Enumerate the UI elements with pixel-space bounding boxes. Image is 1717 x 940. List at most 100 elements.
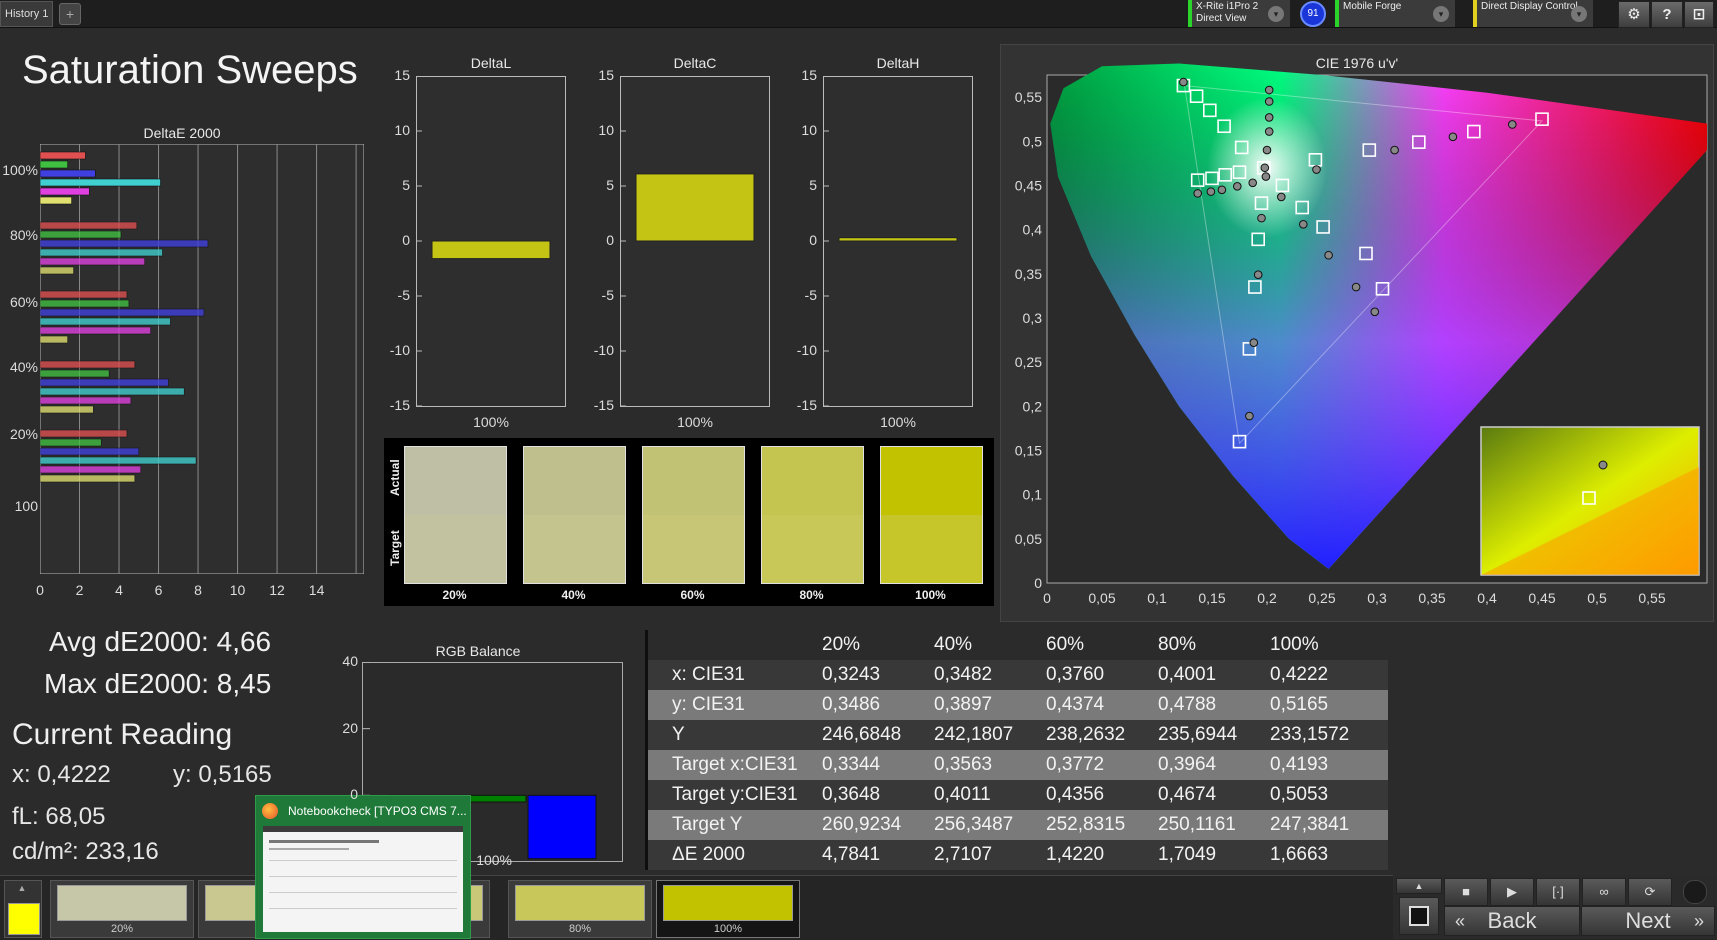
delta-y-tick-label: -5 bbox=[804, 287, 817, 303]
cie-measured-point bbox=[1324, 250, 1333, 260]
table-cell: 0,3486 bbox=[822, 694, 881, 715]
table-cell: 0,3772 bbox=[1046, 754, 1105, 775]
cie-x-tick-label: 0,3 bbox=[1367, 590, 1387, 606]
chevron-up-icon[interactable]: ▲ bbox=[1396, 878, 1442, 894]
deltae-y-tick-label: 100 bbox=[14, 498, 38, 514]
cie-y-tick-label: 0 bbox=[1034, 575, 1042, 591]
max-de2000: Max dE2000: 8,45 bbox=[44, 668, 272, 699]
table-cell: 1,7049 bbox=[1158, 844, 1217, 865]
single-read-icon: [·] bbox=[1552, 884, 1564, 899]
tab-history-1[interactable]: History 1 bbox=[0, 1, 54, 27]
next-button[interactable]: Next » bbox=[1581, 906, 1715, 936]
instrument-status-badge[interactable]: 91 bbox=[1300, 1, 1326, 27]
cie-measured-point bbox=[1448, 132, 1458, 142]
cie-x-tick-label: 0,45 bbox=[1528, 590, 1555, 606]
taskbar-preview-thumbnail bbox=[263, 826, 463, 932]
workflow-selector[interactable]: Mobile Forge ▾ bbox=[1335, 0, 1455, 27]
deltae-bar bbox=[39, 447, 140, 456]
color-patch[interactable]: 80% bbox=[508, 880, 652, 938]
rgb-balance-category: 100% bbox=[476, 852, 512, 868]
display-control-selector[interactable]: Direct Display Control ▾ bbox=[1473, 0, 1593, 27]
page-title: Saturation Sweeps bbox=[22, 48, 358, 92]
rgb-y-tick-label: 0 bbox=[350, 786, 358, 803]
table-row: x: CIE31 0,3243 0,3482 0,3760 0,4001 0,4222 bbox=[648, 660, 1388, 690]
color-patch[interactable]: 100% bbox=[656, 880, 800, 938]
cie-measured-point bbox=[1299, 220, 1308, 229]
chevron-up-icon[interactable]: ▲ bbox=[9, 883, 35, 893]
cie-measured-point bbox=[1193, 189, 1202, 198]
delta-chart-title: DeltaC bbox=[673, 55, 717, 71]
extra-button[interactable]: ⊡ bbox=[1684, 1, 1714, 28]
delta-y-tick-label: 0 bbox=[606, 232, 614, 248]
color-patch-fill bbox=[515, 885, 645, 921]
back-button[interactable]: « Back bbox=[1444, 906, 1580, 936]
delta-chart bbox=[416, 75, 566, 414]
cie-y-tick-label: 0,05 bbox=[1015, 531, 1042, 547]
single-read-button[interactable]: [·] bbox=[1536, 878, 1580, 906]
delta-chart-svg bbox=[620, 75, 770, 407]
refresh-button[interactable]: ⟳ bbox=[1628, 878, 1672, 906]
taskbar-preview-popup[interactable]: Notebookcheck [TYPO3 CMS 7... bbox=[255, 795, 471, 939]
table-cell: 0,4011 bbox=[934, 784, 991, 805]
deltae-bar bbox=[39, 178, 161, 187]
chevron-down-icon: ▾ bbox=[1571, 6, 1587, 22]
color-patch-label: 100% bbox=[713, 923, 743, 935]
cie-y-tick-label: 0,1 bbox=[1023, 487, 1043, 503]
deltae-bar bbox=[39, 378, 169, 387]
cie-panel: CIE 1976 u'v' 0 0,05 0,1 0,15 0,2 0,25 0,3 0,35… bbox=[1000, 44, 1714, 622]
cie-y-tick-label: 0,35 bbox=[1015, 266, 1042, 282]
table-cell: 250,1161 bbox=[1158, 814, 1236, 835]
swatch bbox=[523, 446, 626, 584]
cie-x-tick-label: 0,1 bbox=[1147, 590, 1167, 606]
actual-label: Actual bbox=[388, 459, 402, 496]
settings-button[interactable]: ⚙ bbox=[1618, 1, 1650, 28]
deltae-bar bbox=[39, 248, 163, 257]
refresh-icon: ⟳ bbox=[1644, 884, 1656, 899]
table-row-label: Y bbox=[672, 724, 685, 745]
thumb-line bbox=[269, 908, 457, 909]
table-row: ΔE 2000 4,7841 2,7107 1,4220 1,7049 1,6663 bbox=[648, 840, 1388, 870]
table-cell: 247,3841 bbox=[1270, 814, 1350, 835]
cie-y-tick-label: 0,3 bbox=[1023, 310, 1043, 326]
add-tab-button[interactable]: + bbox=[59, 3, 81, 25]
stop-icon: ■ bbox=[1462, 884, 1470, 899]
stop-toggle-button[interactable] bbox=[1399, 897, 1439, 935]
help-button[interactable]: ? bbox=[1651, 1, 1683, 28]
cie-measured-point bbox=[1264, 127, 1274, 136]
delta-chart-title: DeltaH bbox=[876, 55, 920, 71]
cie-y-tick-label: 0,25 bbox=[1015, 354, 1042, 370]
stop-button[interactable]: ■ bbox=[1444, 878, 1488, 906]
deltae-bar bbox=[39, 221, 138, 230]
cie-measured-point bbox=[1508, 120, 1517, 129]
deltae-bar bbox=[39, 169, 96, 178]
color-patch[interactable]: 20% bbox=[50, 880, 194, 938]
delta-y-tick-label: 5 bbox=[809, 177, 817, 193]
delta-y-tick-label: -15 bbox=[796, 397, 817, 413]
chevron-down-icon: ▾ bbox=[1433, 6, 1449, 22]
swatch-target bbox=[881, 515, 982, 583]
status-indicator bbox=[1683, 880, 1707, 904]
firefox-icon bbox=[262, 803, 278, 819]
delta-chart bbox=[823, 75, 973, 414]
delta-y-tick-label: 15 bbox=[394, 67, 410, 83]
deltae-bar bbox=[39, 438, 102, 447]
continuous-read-button[interactable]: ∞ bbox=[1582, 878, 1626, 906]
swatch-target bbox=[524, 515, 625, 583]
table-cell: 260,9234 bbox=[822, 814, 902, 835]
instrument-selector[interactable]: X-Rite i1Pro 2 Direct View ▾ bbox=[1188, 0, 1290, 27]
deltae-bar bbox=[39, 456, 197, 465]
table-header-cell: 80% bbox=[1158, 634, 1197, 655]
cie-measured-point bbox=[1370, 307, 1380, 317]
cie-y-tick-label: 0,55 bbox=[1015, 89, 1042, 105]
table-row: Y 246,6848 242,1807 238,2632 235,6944 233,157… bbox=[648, 720, 1388, 750]
table-row: Target y:CIE31 0,3648 0,4011 0,4356 0,4674 0,… bbox=[648, 780, 1388, 810]
cie-measured-point bbox=[1351, 282, 1361, 292]
cie-y-tick-label: 0,4 bbox=[1023, 222, 1043, 238]
deltae-bar bbox=[39, 326, 151, 335]
deltae-x-tick-label: 0 bbox=[36, 582, 44, 598]
table-header-cell: 100% bbox=[1270, 634, 1319, 655]
table-row: y: CIE31 0,3486 0,3897 0,4374 0,4788 0,5165 bbox=[648, 690, 1388, 720]
swatch-actual bbox=[762, 447, 863, 515]
play-button[interactable]: ▶ bbox=[1490, 878, 1534, 906]
swatch-actual bbox=[643, 447, 744, 515]
